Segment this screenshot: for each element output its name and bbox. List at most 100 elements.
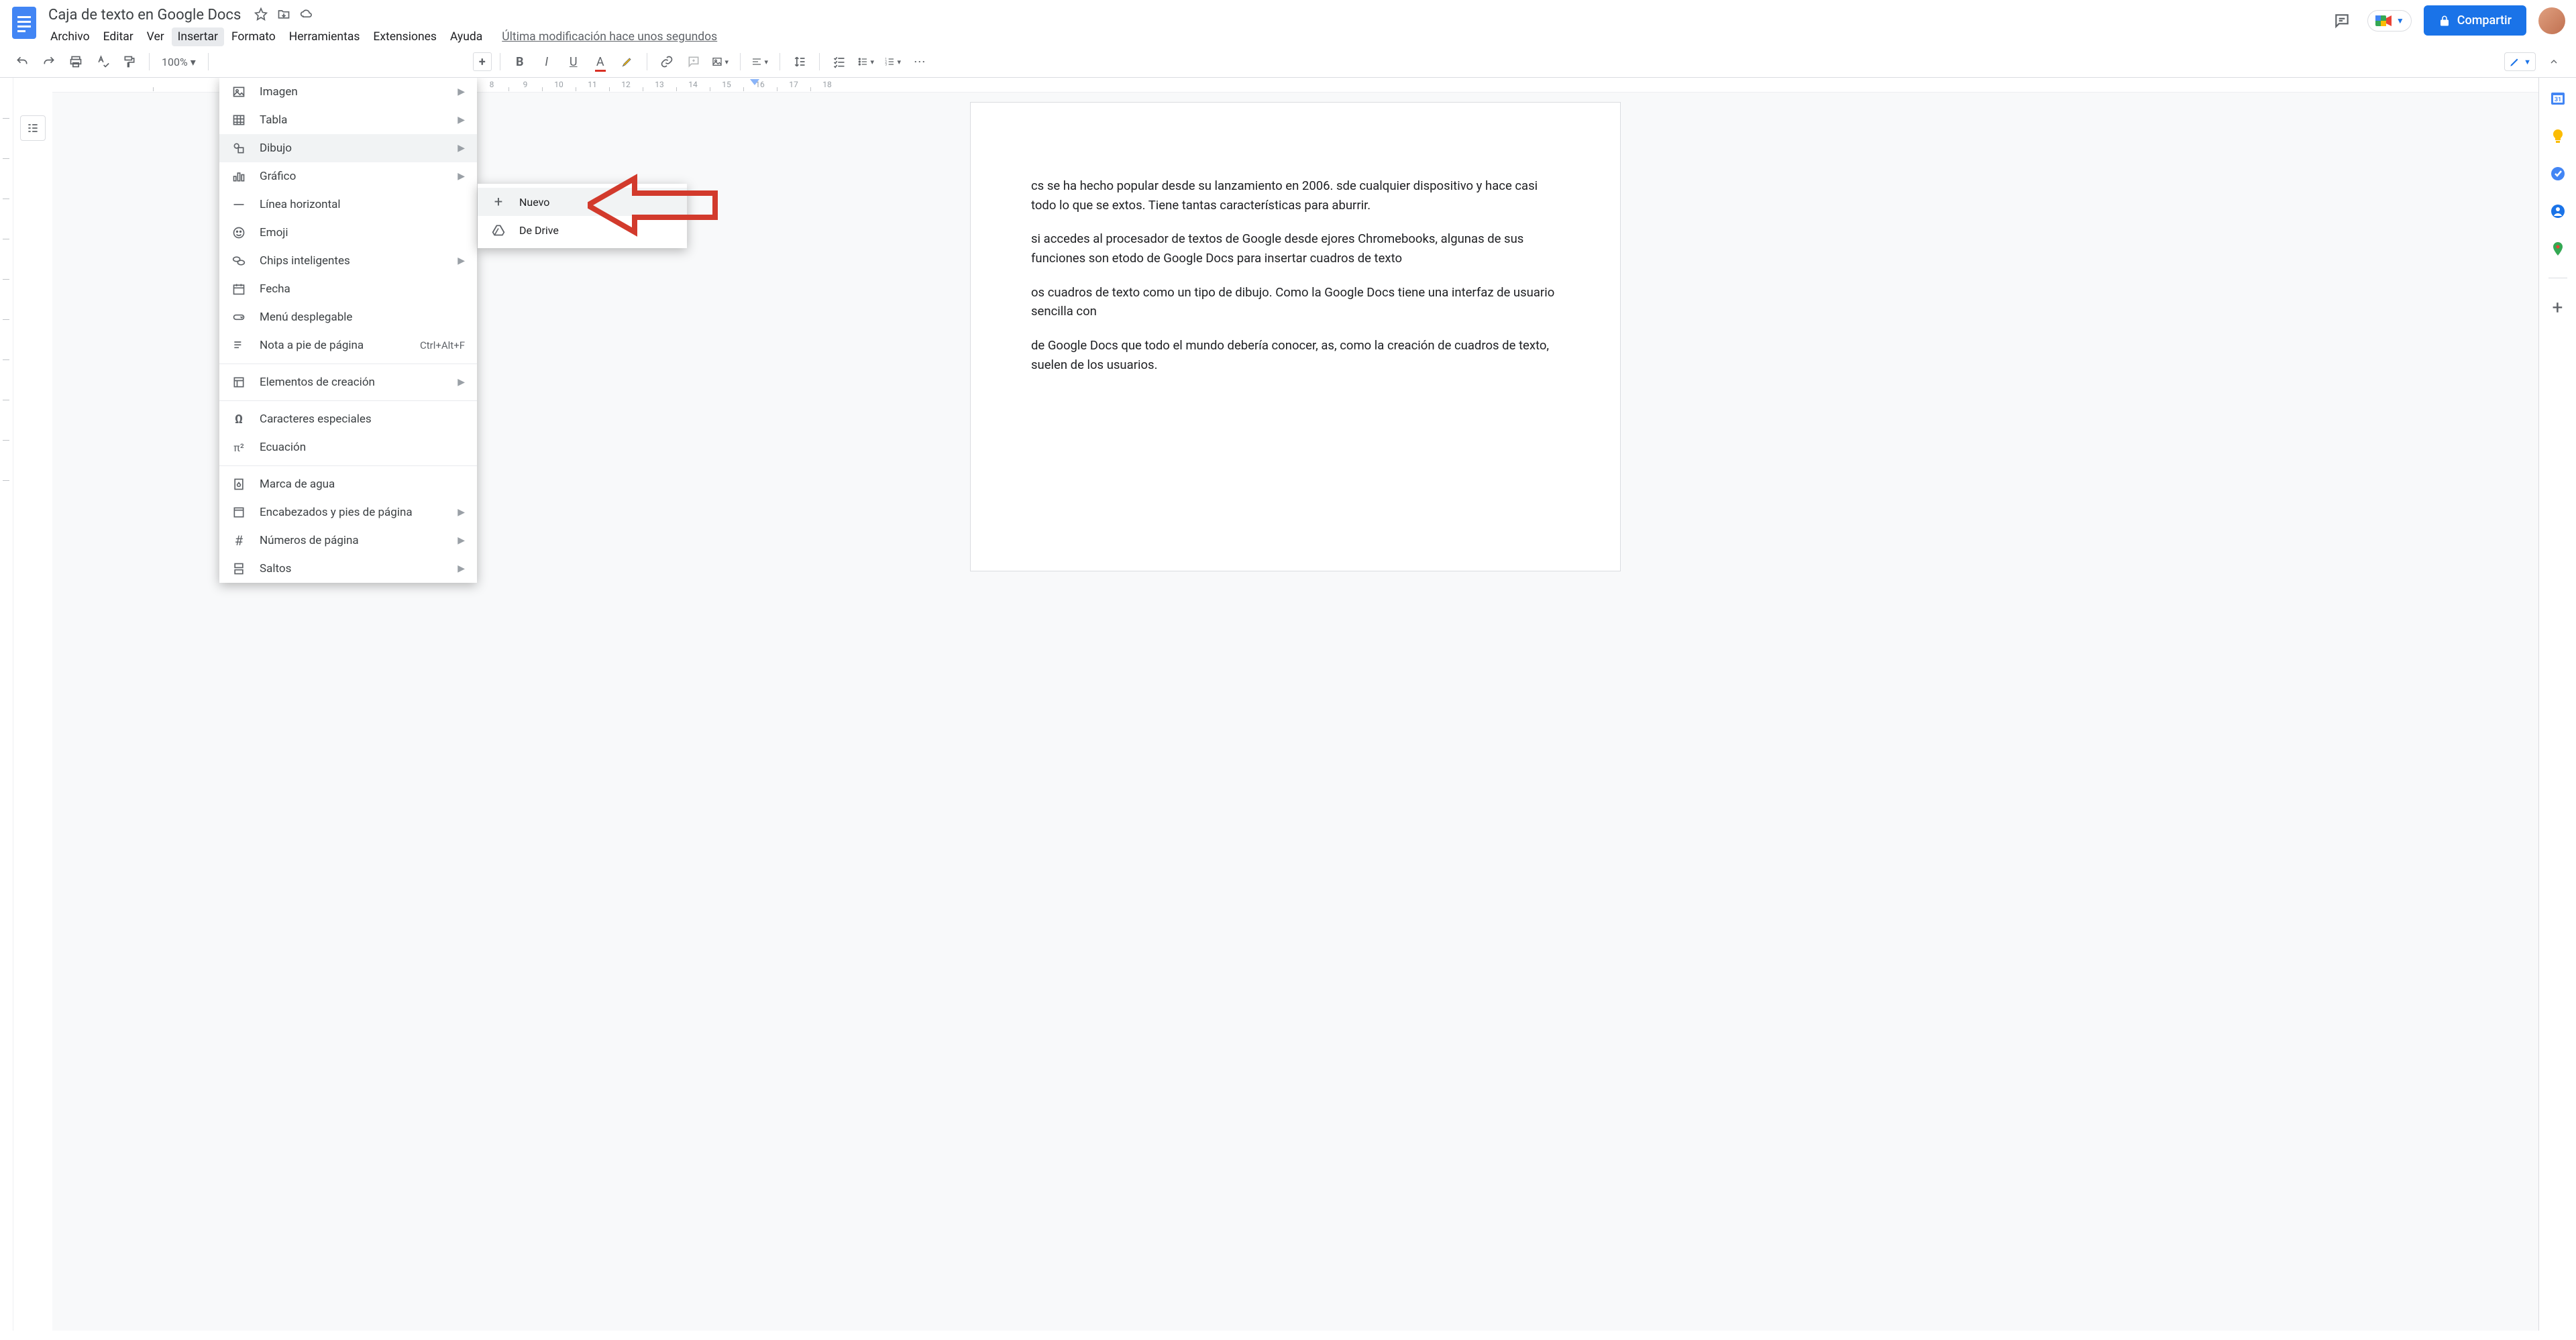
align-button[interactable]: [749, 50, 771, 73]
menu-item-marca-agua[interactable]: Marca de agua: [219, 470, 477, 498]
menu-item-saltos[interactable]: Saltos ▶: [219, 555, 477, 583]
body-paragraph: de Google Docs que todo el mundo debería…: [1031, 336, 1560, 374]
star-icon[interactable]: [254, 7, 268, 23]
more-toolbar-button[interactable]: ⋯: [908, 50, 931, 73]
insert-image-button[interactable]: [709, 50, 732, 73]
menu-formato[interactable]: Formato: [225, 27, 282, 46]
building-blocks-icon: [231, 375, 246, 390]
menu-item-linea[interactable]: Línea horizontal: [219, 190, 477, 219]
menu-archivo[interactable]: Archivo: [44, 27, 96, 46]
chevron-down-icon: ▼: [2396, 16, 2404, 25]
add-comment-button[interactable]: [682, 50, 705, 73]
editing-mode-button[interactable]: ▼: [2504, 52, 2536, 71]
menu-item-elementos[interactable]: Elementos de creación ▶: [219, 368, 477, 396]
underline-button[interactable]: U: [562, 50, 585, 73]
right-indent-marker[interactable]: [750, 79, 759, 86]
vertical-ruler: [0, 78, 13, 1331]
add-addon-button[interactable]: +: [2549, 298, 2567, 316]
menu-item-caracteres[interactable]: Ω Caracteres especiales: [219, 405, 477, 433]
insert-menu-popover: Imagen ▶ Tabla ▶ Dibujo ▶ Gráfico ▶ Líne…: [219, 78, 477, 583]
menu-item-grafico[interactable]: Gráfico ▶: [219, 162, 477, 190]
page-number-icon: #: [231, 533, 246, 548]
horizontal-line-icon: [231, 197, 246, 212]
menu-item-nota-pie[interactable]: Nota a pie de página Ctrl+Alt+F: [219, 331, 477, 359]
omega-icon: Ω: [231, 412, 246, 427]
zoom-selector[interactable]: 100%▾: [158, 56, 200, 68]
menu-item-tabla[interactable]: Tabla ▶: [219, 106, 477, 134]
document-title[interactable]: Caja de texto en Google Docs: [44, 5, 245, 25]
dibujo-submenu: + Nuevo De Drive: [478, 184, 687, 248]
body-paragraph: os cuadros de texto como un tipo de dibu…: [1031, 283, 1560, 321]
cloud-status-icon[interactable]: [300, 7, 313, 23]
menu-insertar[interactable]: Insertar: [172, 27, 224, 46]
menu-item-emoji[interactable]: Emoji: [219, 219, 477, 247]
chevron-right-icon: ▶: [458, 115, 465, 125]
account-avatar[interactable]: [2538, 7, 2565, 34]
menu-ver[interactable]: Ver: [141, 27, 170, 46]
side-panel: 31 +: [2538, 78, 2576, 1331]
menu-item-numeros-pagina[interactable]: # Números de página ▶: [219, 526, 477, 555]
chevron-right-icon: ▶: [458, 563, 465, 574]
last-modified-link[interactable]: Última modificación hace unos segundos: [502, 30, 717, 44]
highlight-button[interactable]: [616, 50, 639, 73]
menu-item-fecha[interactable]: Fecha: [219, 275, 477, 303]
comment-history-icon[interactable]: [2328, 7, 2355, 34]
menu-item-dibujo[interactable]: Dibujo ▶: [219, 134, 477, 162]
menu-herramientas[interactable]: Herramientas: [283, 27, 366, 46]
docs-app-icon[interactable]: [11, 5, 38, 40]
keep-app-icon[interactable]: [2549, 127, 2567, 145]
menu-item-encabezados[interactable]: Encabezados y pies de página ▶: [219, 498, 477, 526]
undo-button[interactable]: [11, 50, 34, 73]
insert-link-button[interactable]: [655, 50, 678, 73]
meet-button[interactable]: ▼: [2367, 10, 2412, 32]
document-page[interactable]: cs se ha hecho popular desde su lanzamie…: [970, 102, 1621, 571]
drawing-icon: [231, 141, 246, 156]
pencil-icon: [2509, 56, 2521, 68]
body-paragraph: cs se ha hecho popular desde su lanzamie…: [1031, 176, 1560, 215]
plus-icon: +: [491, 194, 506, 209]
submenu-item-nuevo[interactable]: + Nuevo: [478, 188, 687, 216]
equation-icon: π²: [231, 440, 246, 455]
svg-text:3: 3: [885, 62, 888, 66]
calendar-icon: [231, 282, 246, 296]
menu-item-desplegable[interactable]: Menú desplegable: [219, 303, 477, 331]
body-paragraph: si accedes al procesador de textos de Go…: [1031, 229, 1560, 268]
table-icon: [231, 113, 246, 127]
chips-icon: [231, 254, 246, 268]
text-color-button[interactable]: A: [589, 50, 612, 73]
calendar-app-icon[interactable]: 31: [2549, 90, 2567, 107]
redo-button[interactable]: [38, 50, 60, 73]
line-spacing-button[interactable]: [788, 50, 811, 73]
bulleted-list-button[interactable]: [855, 50, 877, 73]
print-button[interactable]: [64, 50, 87, 73]
spellcheck-button[interactable]: [91, 50, 114, 73]
chevron-right-icon: ▶: [458, 535, 465, 546]
header-footer-icon: [231, 505, 246, 520]
chevron-right-icon: ▶: [458, 171, 465, 182]
numbered-list-button[interactable]: 123: [881, 50, 904, 73]
lock-icon: [2438, 15, 2451, 27]
submenu-item-de-drive[interactable]: De Drive: [478, 216, 687, 244]
checklist-button[interactable]: [828, 50, 851, 73]
break-icon: [231, 561, 246, 576]
menu-editar[interactable]: Editar: [97, 27, 140, 46]
menu-ayuda[interactable]: Ayuda: [444, 27, 488, 46]
menu-item-imagen[interactable]: Imagen ▶: [219, 78, 477, 106]
paint-format-button[interactable]: [118, 50, 141, 73]
italic-button[interactable]: I: [535, 50, 558, 73]
collapse-toolbar-button[interactable]: [2542, 50, 2565, 73]
dropdown-icon: [231, 310, 246, 325]
bold-button[interactable]: B: [508, 50, 531, 73]
increase-font-button[interactable]: +: [473, 52, 492, 71]
menu-extensiones[interactable]: Extensiones: [367, 27, 443, 46]
menu-item-chips[interactable]: Chips inteligentes ▶: [219, 247, 477, 275]
contacts-app-icon[interactable]: [2549, 203, 2567, 220]
chevron-right-icon: ▶: [458, 507, 465, 518]
share-button[interactable]: Compartir: [2424, 5, 2526, 36]
menu-item-ecuacion[interactable]: π² Ecuación: [219, 433, 477, 461]
tasks-app-icon[interactable]: [2549, 165, 2567, 182]
move-icon[interactable]: [277, 7, 290, 23]
maps-app-icon[interactable]: [2549, 240, 2567, 258]
drive-icon: [491, 223, 506, 237]
document-outline-button[interactable]: [20, 115, 46, 141]
